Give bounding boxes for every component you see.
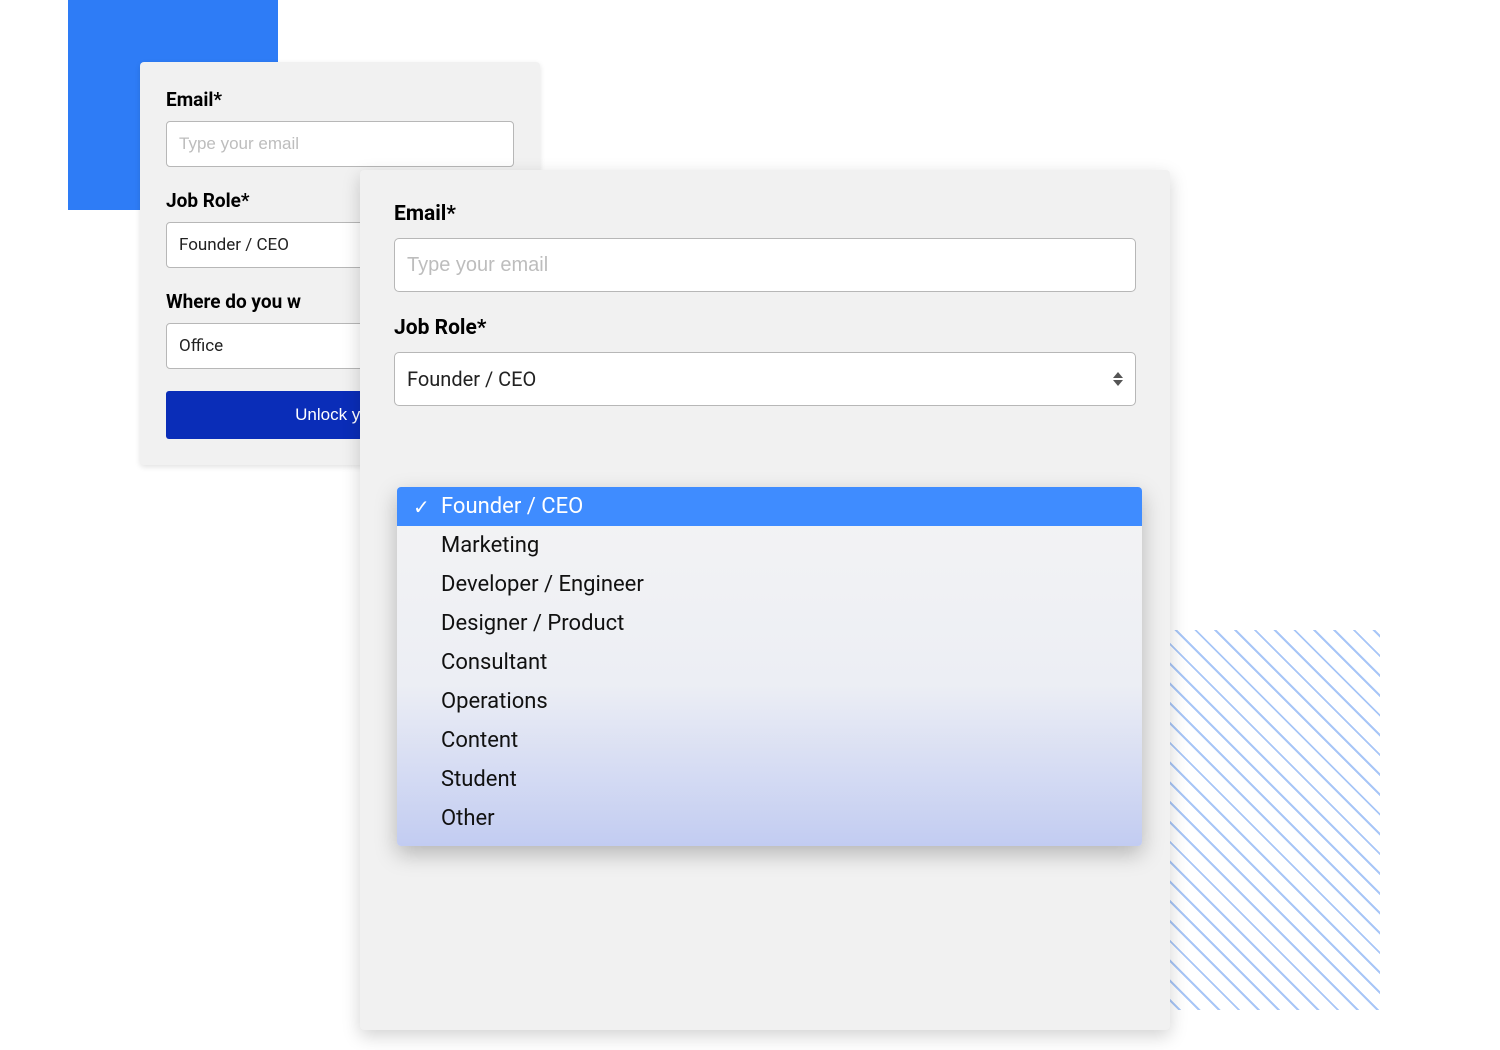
jobrole-option[interactable]: Designer / Product — [397, 604, 1142, 643]
jobrole-option[interactable]: Student — [397, 760, 1142, 799]
email-field-wrap-front: Email* — [394, 202, 1136, 292]
jobrole-option[interactable]: Founder / CEO — [397, 487, 1142, 526]
jobrole-option[interactable]: Other — [397, 799, 1142, 838]
email-label-front: Email* — [394, 202, 1136, 226]
jobrole-option[interactable]: Operations — [397, 682, 1142, 721]
email-field-wrap: Email* — [166, 88, 514, 167]
email-input[interactable] — [166, 121, 514, 167]
jobrole-field-wrap-front: Job Role* Founder / CEO — [394, 316, 1136, 406]
jobrole-option[interactable]: Consultant — [397, 643, 1142, 682]
jobrole-option[interactable]: Developer / Engineer — [397, 565, 1142, 604]
workplace-selected-value: Office — [179, 336, 223, 356]
jobrole-label-front: Job Role* — [394, 316, 1136, 340]
jobrole-selected-value-front: Founder / CEO — [407, 367, 536, 391]
select-arrow-icon — [1113, 372, 1123, 386]
email-label: Email* — [166, 88, 514, 111]
jobrole-option[interactable]: Marketing — [397, 526, 1142, 565]
email-input-front[interactable] — [394, 238, 1136, 292]
jobrole-select-front[interactable]: Founder / CEO — [394, 352, 1136, 406]
jobrole-selected-value: Founder / CEO — [179, 235, 289, 255]
jobrole-option[interactable]: Content — [397, 721, 1142, 760]
jobrole-options-list[interactable]: Founder / CEOMarketingDeveloper / Engine… — [397, 487, 1142, 846]
